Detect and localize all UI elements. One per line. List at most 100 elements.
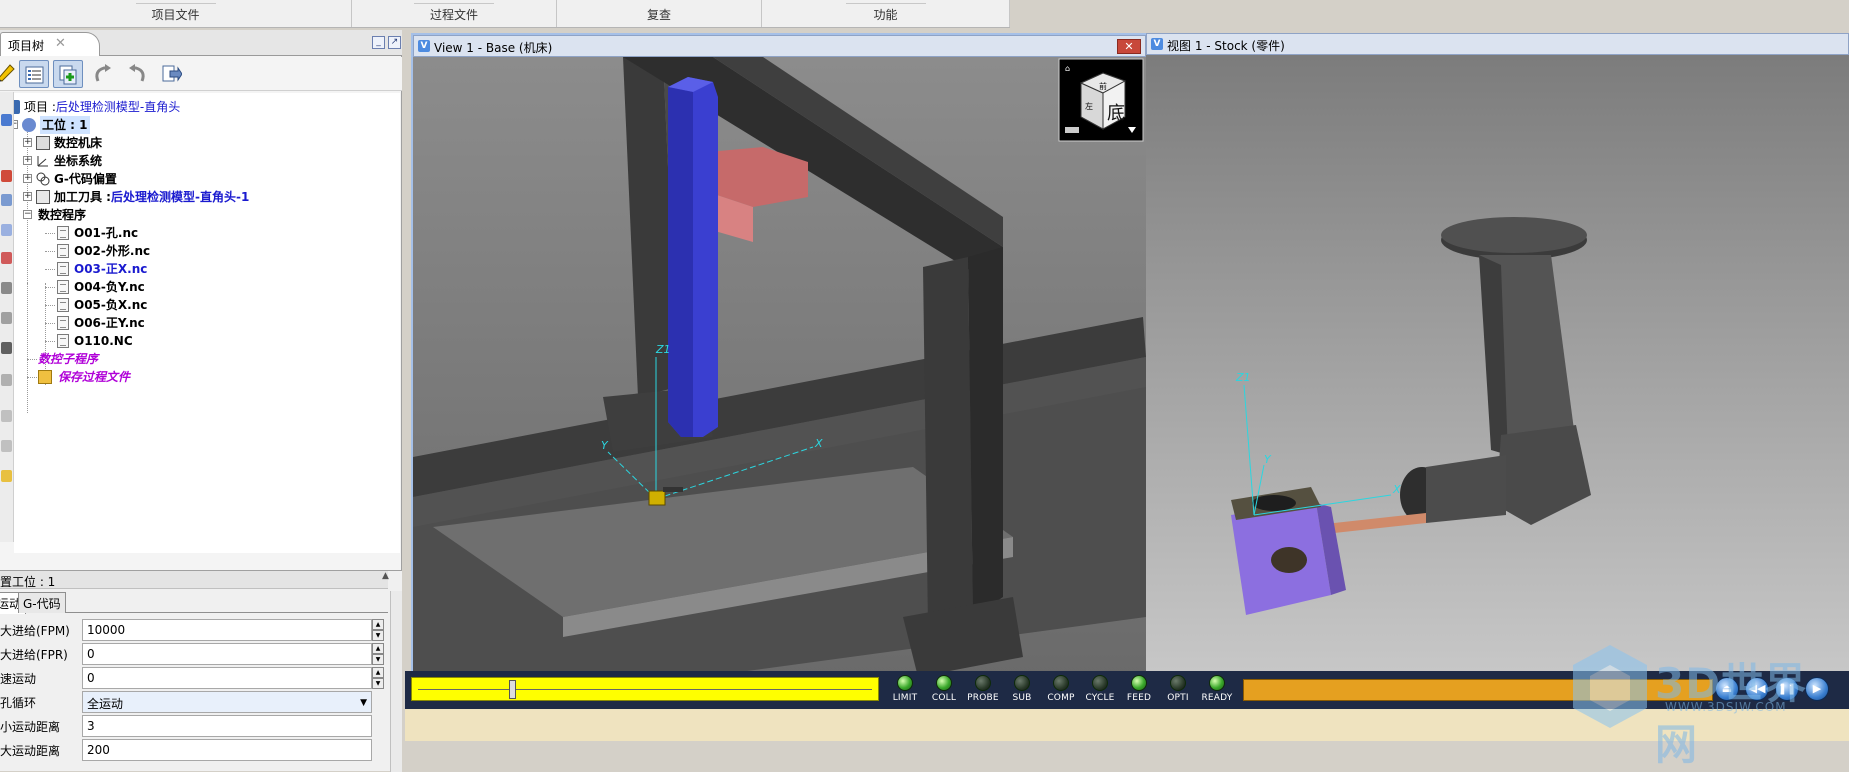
stock-scene[interactable]: Z1 X Y: [1146, 55, 1849, 679]
min-move-input[interactable]: 3: [82, 715, 372, 737]
expand-icon[interactable]: +: [23, 192, 32, 201]
ribbon-group-project-files[interactable]: 项目文件: [0, 0, 352, 27]
tree-row-nc-file[interactable]: O05-负X.nc: [14, 296, 147, 314]
indicator-label: COMP: [1047, 693, 1075, 703]
nc-file-label: O03-正X.nc: [74, 262, 148, 276]
machine-scene[interactable]: Z1 X Y 底 前 左 ⌂: [413, 57, 1146, 681]
viewport-title-bar: V 视图 1 - Stock (零件): [1146, 33, 1849, 55]
tree-row-nc-file-active[interactable]: O03-正X.nc: [14, 260, 147, 278]
folder-icon[interactable]: [1, 470, 12, 482]
rapid-input[interactable]: 0: [82, 667, 372, 689]
float-pane-icon[interactable]: ↗: [388, 36, 401, 49]
collapse-icon[interactable]: −: [14, 120, 18, 129]
tree-row-project[interactable]: 项目 : 后处理检测模型-直角头: [14, 98, 180, 116]
indicator-label: SUB: [1012, 693, 1032, 703]
ribbon-group-review[interactable]: 复查: [557, 0, 762, 27]
file-icon[interactable]: [1, 440, 12, 452]
properties-button[interactable]: [19, 60, 49, 88]
nc-file-label: O110.NC: [74, 334, 133, 348]
indicator-light-icon: [1209, 675, 1225, 691]
tool-icon[interactable]: [1, 252, 12, 264]
tree-row-save-process[interactable]: 保存过程文件: [14, 368, 130, 386]
z-axis-label: Z1: [655, 343, 671, 356]
ribbon-group-functions[interactable]: 功能: [762, 0, 1010, 27]
undo-button[interactable]: [88, 60, 118, 88]
right-column: [923, 257, 973, 627]
indicator-limit: LIMIT: [887, 674, 923, 706]
indicator-label: COLL: [931, 693, 957, 703]
gcode-icon: [36, 172, 50, 186]
document-icon[interactable]: [1, 410, 12, 422]
indicator-comp: COMP: [1043, 674, 1079, 706]
expand-icon[interactable]: +: [23, 138, 32, 147]
spinner[interactable]: ▲ ▼: [372, 667, 384, 689]
nc-file-icon: [57, 334, 69, 348]
sphere-icon[interactable]: [1, 342, 12, 354]
setup-icon: [22, 118, 36, 132]
properties-scrollbar[interactable]: [390, 591, 402, 772]
tree-row-setup[interactable]: − 工位 : 1: [14, 116, 90, 134]
model-icon[interactable]: [1, 224, 12, 236]
expand-icon[interactable]: +: [23, 174, 32, 183]
tree-row-gcode-offset[interactable]: + G-代码偏置: [14, 170, 117, 188]
view-cube-side-label: 左: [1085, 101, 1093, 111]
nc-file-icon: [57, 226, 69, 240]
indicator-light-icon: [1014, 675, 1030, 691]
home-icon[interactable]: ⌂: [1065, 64, 1070, 73]
minimize-pane-icon[interactable]: _: [372, 36, 385, 49]
station-icon[interactable]: [1, 194, 12, 206]
axis-icon[interactable]: [1, 312, 12, 324]
machine-icon[interactable]: [1, 170, 12, 182]
cube-menu-icon[interactable]: [1065, 127, 1079, 133]
viewport-stock[interactable]: V 视图 1 - Stock (零件) Z1 X Y: [1146, 33, 1849, 683]
ribbon-group-process-files[interactable]: 过程文件: [352, 0, 557, 27]
tree-row-nc-file[interactable]: O110.NC: [14, 332, 133, 350]
tree-row-coordinate-system[interactable]: + 坐标系统: [14, 152, 102, 170]
save-icon[interactable]: [1, 114, 12, 126]
tree-row-tools[interactable]: + 加工刀具 : 后处理检测模型-直角头-1: [14, 188, 249, 206]
left-panel: 项目树 ✕ _ ↗ 项目:后处理检测模型-直角头 工位: 1 + 数控机床 …: [0, 30, 402, 772]
indicator-light-icon: [1131, 675, 1147, 691]
properties-title-bar: 配置工位 : 1 ▲: [0, 571, 389, 589]
expand-icon[interactable]: +: [23, 156, 32, 165]
prop-label: 最小运动距离: [0, 720, 61, 734]
tree-row-subprograms[interactable]: 数控子程序: [14, 350, 98, 368]
max-feed-fpm-input[interactable]: 10000: [82, 619, 372, 641]
x-axis-label: X: [1392, 483, 1401, 496]
drill-cycle-value: 全运动: [87, 697, 124, 711]
tab-project-tree[interactable]: 项目树 ✕: [0, 32, 100, 56]
tree-row-nc-file[interactable]: O06-正Y.nc: [14, 314, 145, 332]
redo-button[interactable]: [122, 60, 152, 88]
viewport-machine[interactable]: V View 1 - Base (机床) ✕ Z1 X Y 底 前 左 ⌂: [411, 33, 1148, 683]
tree-row-nc-programs[interactable]: − 数控程序: [14, 206, 86, 224]
probe-icon[interactable]: [1, 374, 12, 386]
drill-cycle-select[interactable]: 全运动 ▼: [82, 691, 372, 713]
left-icon-strip: [0, 92, 14, 542]
speed-slider[interactable]: [411, 677, 879, 701]
gauge-icon[interactable]: [1, 282, 12, 294]
tree-row-nc-file[interactable]: O02-外形.nc: [14, 242, 150, 260]
max-feed-fpr-input[interactable]: 0: [82, 643, 372, 665]
close-viewport-button[interactable]: ✕: [1117, 39, 1141, 54]
max-move-input[interactable]: 200: [82, 739, 372, 761]
speed-slider-thumb[interactable]: [508, 680, 516, 699]
indicator-label: FEED: [1126, 693, 1152, 703]
spinner[interactable]: ▲ ▼: [372, 619, 384, 641]
machine-label: 数控机床: [54, 136, 103, 150]
ribbon-bar: 项目文件 过程文件 复查 功能: [0, 0, 1010, 28]
tab-gcode[interactable]: G-代码: [18, 592, 66, 613]
collapse-icon[interactable]: −: [23, 210, 32, 219]
nc-file-icon: [57, 262, 69, 276]
tree-row-nc-file[interactable]: O04-负Y.nc: [14, 278, 145, 296]
prop-label: 最大运动距离: [0, 744, 61, 758]
export-button[interactable]: [156, 60, 186, 88]
tree-row-nc-file[interactable]: O01-孔.nc: [14, 224, 138, 242]
tree-row-machine[interactable]: + 数控机床: [14, 134, 102, 152]
spinner[interactable]: ▲ ▼: [372, 643, 384, 665]
add-item-button[interactable]: [53, 60, 83, 88]
indicator-light-icon: [1170, 675, 1186, 691]
close-tab-icon[interactable]: ✕: [55, 36, 66, 51]
collapse-arrow-icon[interactable]: ▲: [382, 571, 389, 581]
ribbon-group-label: 过程文件: [429, 8, 478, 22]
tool-tree-icon: [36, 190, 50, 204]
